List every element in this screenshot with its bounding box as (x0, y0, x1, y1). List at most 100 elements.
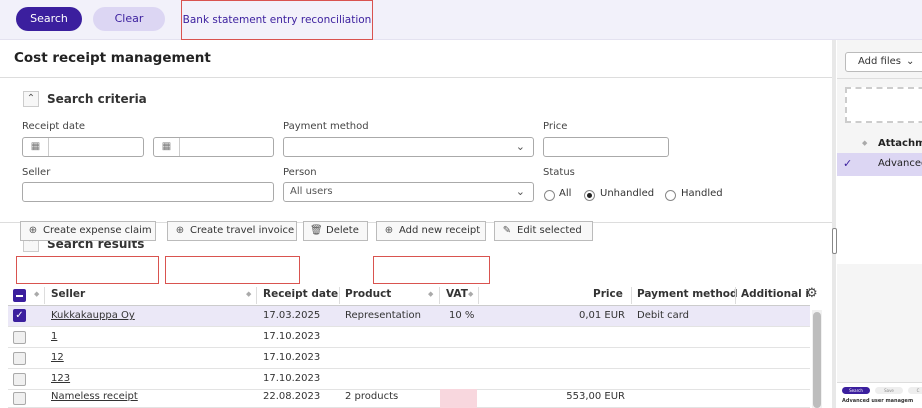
sort-icon: ◆ (34, 290, 40, 298)
edit-selected-label: Edit selected (517, 225, 582, 236)
seller-label: Seller (22, 167, 51, 178)
plus-circle-icon: ⊕ (175, 225, 185, 236)
thumb-title: Advanced user managem (842, 398, 914, 404)
person-label: Person (283, 167, 317, 178)
column-header-payment-method[interactable]: Payment method (637, 288, 738, 300)
trash-icon: 🗑 (310, 225, 323, 236)
create-expense-claim-button[interactable]: ⊕ Create expense claim (20, 221, 156, 241)
pane-divider (832, 40, 836, 408)
status-all-label[interactable]: All (559, 188, 571, 199)
row-checkbox[interactable] (13, 352, 26, 365)
create-travel-invoice-button[interactable]: ⊕ Create travel invoice (167, 221, 297, 241)
status-handled-label[interactable]: Handled (681, 188, 723, 199)
seller-link[interactable]: 12 (51, 352, 64, 363)
chevron-up-icon: ⌃ (26, 93, 36, 104)
column-header-additional[interactable]: Additional i (741, 288, 809, 300)
attachments-panel: Add files ⌄ ◆ Attachme ✓ Advanced Search… (837, 40, 922, 408)
select-all-checkbox[interactable] (13, 289, 26, 302)
sort-icon[interactable]: ◆ (468, 290, 473, 298)
table-row[interactable]: ✓ Kukkakauppa Oy 17.03.2025 Representati… (8, 306, 810, 327)
column-separator (478, 287, 479, 304)
table-row[interactable]: 12 17.10.2023 (8, 348, 810, 369)
seller-link[interactable]: 1 (51, 331, 57, 342)
status-handled-radio[interactable] (665, 190, 676, 201)
title-divider (0, 77, 836, 78)
receipt-date-to-field[interactable]: ▦ (153, 137, 274, 157)
add-new-receipt-label: Add new receipt (399, 225, 481, 236)
chevron-down-icon: ⌄ (515, 185, 525, 198)
results-scrollbar[interactable] (812, 310, 822, 408)
vat-cell: 10 % (449, 310, 475, 321)
row-checkbox[interactable] (13, 373, 26, 386)
payment-method-select[interactable]: ⌄ (283, 137, 534, 157)
calendar-icon[interactable]: ▦ (154, 138, 180, 156)
file-drop-zone[interactable] (845, 87, 922, 123)
seller-link[interactable]: Kukkakauppa Oy (51, 310, 135, 321)
vat-missing-cell (440, 389, 477, 408)
person-select[interactable]: All users ⌄ (283, 182, 534, 202)
sort-icon[interactable]: ◆ (862, 139, 867, 147)
seller-field[interactable] (22, 182, 274, 202)
table-row[interactable]: Nameless receipt 22.08.2023 2 products 5… (8, 389, 810, 408)
thumb-other-button: C (908, 387, 922, 394)
edit-icon: ✎ (502, 225, 512, 236)
column-separator (735, 287, 736, 304)
clear-button[interactable]: Clear (93, 7, 165, 31)
column-separator (44, 287, 45, 304)
calendar-icon[interactable]: ▦ (23, 138, 49, 156)
row-checkbox[interactable]: ✓ (13, 309, 26, 322)
row-checkbox[interactable] (13, 331, 26, 344)
add-new-receipt-button[interactable]: ⊕ Add new receipt (376, 221, 486, 241)
highlight-travel-invoice (165, 256, 300, 284)
receipt-date-cell: 17.10.2023 (263, 352, 321, 363)
seller-link[interactable]: 123 (51, 373, 70, 384)
top-toolbar: Search Clear Bank statement entry reconc… (0, 0, 922, 40)
row-checkbox[interactable] (13, 392, 26, 405)
table-row[interactable]: 1 17.10.2023 (8, 327, 810, 348)
status-unhandled-label[interactable]: Unhandled (600, 188, 654, 199)
scrollbar-thumb[interactable] (813, 312, 821, 408)
bank-reconciliation-tab[interactable]: Bank statement entry reconciliation (181, 0, 373, 40)
sort-icon[interactable]: ◆ (428, 290, 433, 298)
status-unhandled-radio[interactable] (584, 190, 595, 201)
price-field[interactable] (543, 137, 669, 157)
delete-button[interactable]: 🗑 Delete (303, 221, 368, 241)
payment-method-label: Payment method (283, 121, 369, 132)
gear-icon[interactable]: ⚙ (806, 286, 818, 301)
receipt-date-cell: 17.10.2023 (263, 331, 321, 342)
check-icon: ✓ (15, 310, 24, 321)
column-separator (339, 287, 340, 304)
collapse-criteria-toggle[interactable]: ⌃ (23, 91, 39, 107)
table-row[interactable]: 123 17.10.2023 (8, 369, 810, 390)
column-header-seller[interactable]: Seller (51, 288, 85, 300)
payment-method-cell: Debit card (637, 310, 689, 321)
attachments-table-header: ◆ Attachme (837, 135, 922, 153)
add-files-dropdown[interactable]: Add files ⌄ (845, 52, 922, 72)
attachment-preview-thumbnail[interactable]: Search Save C Advanced user managem (837, 382, 922, 408)
receipt-date-cell: 17.03.2025 (263, 310, 321, 321)
column-header-price[interactable]: Price (593, 288, 623, 300)
attachments-list-area (837, 176, 922, 264)
column-header-receipt-date[interactable]: Receipt date (263, 288, 338, 300)
attachments-divider (837, 78, 922, 79)
seller-link[interactable]: Nameless receipt (51, 391, 138, 402)
product-cell: Representation (345, 310, 421, 321)
check-icon: ✓ (843, 157, 853, 170)
receipt-date-cell: 22.08.2023 (263, 391, 321, 402)
column-header-product[interactable]: Product (345, 288, 391, 300)
status-all-radio[interactable] (544, 190, 555, 201)
column-header-vat[interactable]: VAT (446, 288, 468, 300)
edit-selected-button[interactable]: ✎ Edit selected (494, 221, 593, 241)
attachment-name[interactable]: Advanced (878, 158, 922, 169)
price-label: Price (543, 121, 568, 132)
search-button[interactable]: Search (16, 7, 82, 31)
create-expense-claim-label: Create expense claim (43, 225, 152, 236)
product-cell: 2 products (345, 391, 399, 402)
column-header-attachment[interactable]: Attachme (878, 138, 922, 149)
sort-icon[interactable]: ◆ (246, 290, 251, 298)
attachment-row[interactable]: ✓ Advanced (837, 153, 922, 176)
column-separator (256, 287, 257, 304)
price-cell: 0,01 EUR (578, 310, 625, 321)
page-title: Cost receipt management (14, 50, 211, 66)
receipt-date-from-field[interactable]: ▦ (22, 137, 144, 157)
